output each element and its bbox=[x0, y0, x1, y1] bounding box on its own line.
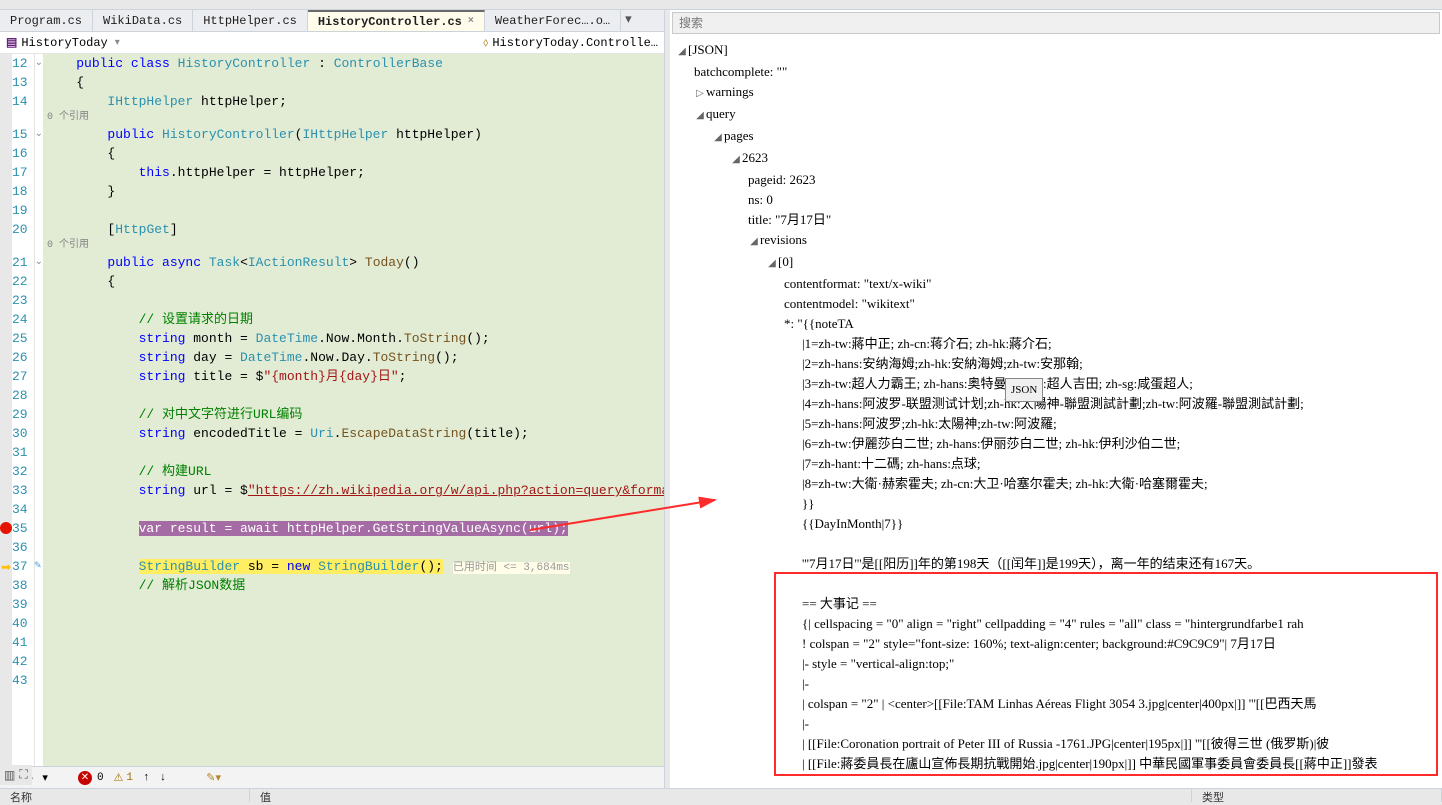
type-path: HistoryToday.Controlle… bbox=[492, 36, 658, 50]
tab-label: Program.cs bbox=[10, 14, 82, 28]
code-text[interactable]: public class HistoryController : Control… bbox=[43, 54, 664, 766]
outline-gutter[interactable]: ⌄ ⌄ ⌄ bbox=[35, 54, 43, 766]
breakpoint-marker[interactable] bbox=[0, 522, 12, 541]
tab-httphelper[interactable]: HttpHelper.cs bbox=[193, 10, 308, 31]
caret-icon[interactable]: ◢ bbox=[676, 42, 688, 62]
pen-icon[interactable]: ✎▾ bbox=[206, 771, 221, 785]
tab-weatherforecast[interactable]: WeatherForec….o… bbox=[485, 10, 621, 31]
execution-pointer: ➡ bbox=[0, 560, 12, 579]
col-type[interactable]: 类型 bbox=[1192, 789, 1442, 802]
caret-icon[interactable]: ◢ bbox=[766, 254, 778, 274]
method-icon: ⬨ bbox=[483, 36, 488, 50]
line-number-gutter: 121314 15161718 1920 212223 24252627 282… bbox=[12, 54, 35, 766]
zoom-dropdown-icon[interactable]: ▾ bbox=[42, 771, 48, 785]
search-input[interactable] bbox=[672, 12, 1440, 34]
chevron-down-icon: ▾ bbox=[112, 37, 123, 49]
highlighted-statement: var result = await httpHelper.GetStringV… bbox=[139, 521, 568, 536]
csharp-icon: ▤ bbox=[6, 35, 17, 50]
tab-program[interactable]: Program.cs bbox=[0, 10, 93, 31]
tab-label: WikiData.cs bbox=[103, 14, 182, 28]
tab-overflow-button[interactable]: ▾ bbox=[621, 10, 636, 31]
caret-icon[interactable]: ▷ bbox=[694, 84, 706, 104]
nav-down[interactable]: ↓ bbox=[160, 772, 167, 784]
warning-count[interactable]: ⚠ 1 bbox=[114, 771, 133, 785]
current-line-highlight: StringBuilder sb = new StringBuilder(); bbox=[139, 559, 443, 574]
toolbox-icon[interactable]: ⛶ bbox=[19, 768, 27, 782]
caret-icon[interactable]: ◢ bbox=[694, 106, 706, 126]
project-crumb[interactable]: ▤ HistoryToday ▾ bbox=[0, 35, 129, 50]
tab-label: HistoryController.cs bbox=[318, 15, 462, 29]
toolbox-icon[interactable]: ▥ bbox=[4, 768, 15, 783]
editor-status-bar: 98 % ▾ ✕0 ⚠ 1 ↑ ↓ ✎▾ bbox=[0, 766, 664, 788]
watch-window-header: 名称 值 类型 bbox=[0, 788, 1442, 802]
file-tab-bar: Program.cs WikiData.cs HttpHelper.cs His… bbox=[0, 10, 664, 32]
breakpoint-gutter[interactable]: ➡ bbox=[0, 54, 12, 766]
json-tooltip: JSON bbox=[1005, 378, 1043, 402]
navigation-bar: ▤ HistoryToday ▾ ⬨ HistoryToday.Controll… bbox=[0, 32, 664, 54]
type-crumb[interactable]: ⬨ HistoryToday.Controlle… bbox=[477, 36, 664, 50]
caret-icon[interactable]: ◢ bbox=[712, 128, 724, 148]
nav-up[interactable]: ↑ bbox=[143, 772, 150, 784]
json-tree-view[interactable]: ◢[JSON] batchcomplete: "" ▷warnings ◢que… bbox=[670, 36, 1442, 788]
tab-label: WeatherForec….o… bbox=[495, 14, 610, 28]
tab-label: HttpHelper.cs bbox=[203, 14, 297, 28]
tab-wikidata[interactable]: WikiData.cs bbox=[93, 10, 193, 31]
tool-window-tabs[interactable]: ▥ ⛶ bbox=[0, 765, 32, 785]
caret-icon[interactable]: ◢ bbox=[748, 232, 760, 252]
elapsed-time: 已用时间 <= 3,684ms bbox=[453, 562, 570, 574]
project-name: HistoryToday bbox=[21, 36, 107, 50]
caret-icon[interactable]: ◢ bbox=[730, 150, 742, 170]
error-count[interactable]: ✕0 bbox=[78, 771, 104, 785]
col-value[interactable]: 值 bbox=[250, 789, 1192, 802]
close-icon[interactable]: × bbox=[468, 16, 474, 27]
col-name[interactable]: 名称 bbox=[0, 789, 250, 802]
tab-historycontroller[interactable]: HistoryController.cs × bbox=[308, 10, 485, 31]
code-editor[interactable]: ➡ 121314 15161718 1920 212223 24252627 2… bbox=[0, 54, 664, 766]
